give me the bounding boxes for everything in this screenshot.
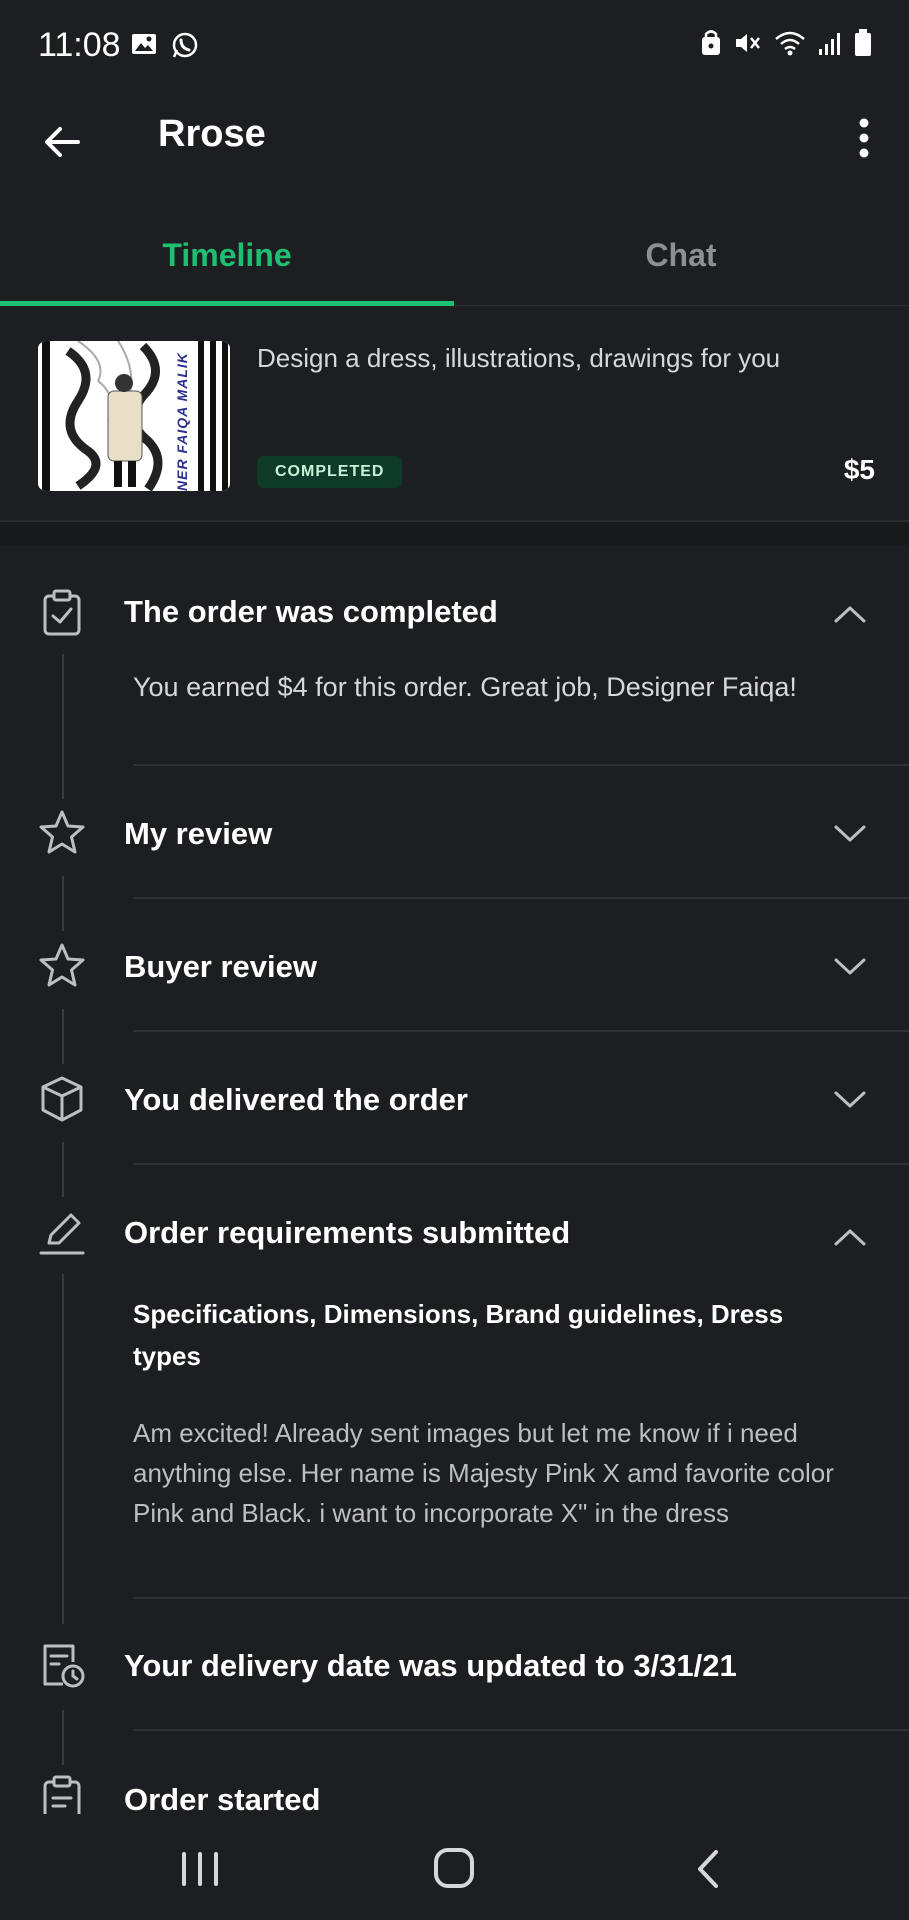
wifi-icon [775, 31, 805, 56]
timeline-separator [133, 897, 909, 899]
system-nav-bar [0, 1814, 909, 1920]
gig-thumbnail: NER FAIQA MALIK [38, 341, 230, 491]
chevron-down-icon[interactable] [833, 824, 867, 844]
package-icon [41, 1076, 83, 1122]
tab-chat[interactable]: Chat [454, 205, 908, 305]
back-arrow-icon[interactable] [38, 117, 88, 167]
timeline-connector [62, 654, 64, 799]
timeline-separator [133, 1163, 909, 1165]
chevron-down-icon[interactable] [833, 957, 867, 977]
tab-timeline[interactable]: Timeline [0, 205, 454, 305]
star-icon [39, 943, 85, 987]
status-time: 11:08 [38, 26, 121, 64]
more-options-icon[interactable] [849, 113, 879, 163]
timeline-delivered-title[interactable]: You delivered the order [124, 1082, 468, 1118]
clipboard-list-icon [43, 1775, 81, 1814]
order-timeline: The order was completed You earned $4 fo… [0, 544, 909, 1814]
timeline-separator [133, 1729, 909, 1731]
status-bar: 11:08 [0, 0, 909, 95]
lock-battery-icon [702, 30, 720, 55]
app-bar: Rrose [0, 95, 909, 205]
gallery-icon [132, 34, 156, 54]
mute-icon [736, 34, 760, 52]
timeline-started-title: Order started [124, 1782, 321, 1814]
tab-bar: Timeline Chat [0, 205, 909, 306]
section-divider [0, 520, 909, 546]
status-left-icons [130, 30, 200, 60]
timeline-connector [62, 1710, 64, 1765]
signal-icon [819, 33, 840, 55]
timeline-connector [62, 1274, 64, 1624]
calendar-clock-icon [43, 1644, 85, 1688]
chevron-down-icon[interactable] [833, 1090, 867, 1110]
timeline-requirements-title[interactable]: Order requirements submitted [124, 1215, 570, 1251]
order-price: $5 [843, 454, 875, 485]
timeline-separator [133, 1030, 909, 1032]
chevron-up-icon[interactable] [833, 1227, 867, 1247]
timeline-connector [62, 1142, 64, 1197]
gig-title: Design a dress, illustrations, drawings … [257, 343, 781, 373]
chevron-up-icon[interactable] [833, 604, 867, 624]
timeline-separator [133, 764, 909, 766]
whatsapp-icon [172, 32, 198, 58]
status-badge: COMPLETED [257, 456, 403, 488]
timeline-completed-title[interactable]: The order was completed [124, 594, 498, 630]
timeline-separator [133, 1597, 909, 1599]
timeline-connector [62, 876, 64, 931]
timeline-delivery-date-title: Your delivery date was updated to 3/31/2… [124, 1648, 737, 1683]
timeline-completed-body: You earned $4 for this order. Great job,… [133, 672, 797, 702]
page-title: Rrose [158, 113, 266, 155]
timeline-connector [62, 1009, 64, 1064]
nav-back-icon[interactable] [678, 1844, 738, 1894]
home-icon[interactable] [424, 1844, 484, 1894]
battery-icon [855, 29, 871, 56]
order-summary-card[interactable]: NER FAIQA MALIK Design a dress, illustra… [0, 305, 909, 520]
status-right-icons [699, 28, 873, 58]
requirement-answer: Am excited! Already sent images but let … [133, 1418, 834, 1528]
recent-apps-icon[interactable] [170, 1844, 230, 1894]
requirement-question: Specifications, Dimensions, Brand guidel… [133, 1299, 784, 1371]
gig-thumbnail-art [38, 341, 230, 491]
star-icon [39, 810, 85, 854]
clipboard-check-icon [43, 589, 81, 636]
timeline-my-review-title[interactable]: My review [124, 816, 272, 852]
thumbnail-caption: NER FAIQA MALIK [174, 352, 190, 491]
timeline-buyer-review-title[interactable]: Buyer review [124, 949, 317, 985]
pencil-icon [39, 1213, 85, 1255]
